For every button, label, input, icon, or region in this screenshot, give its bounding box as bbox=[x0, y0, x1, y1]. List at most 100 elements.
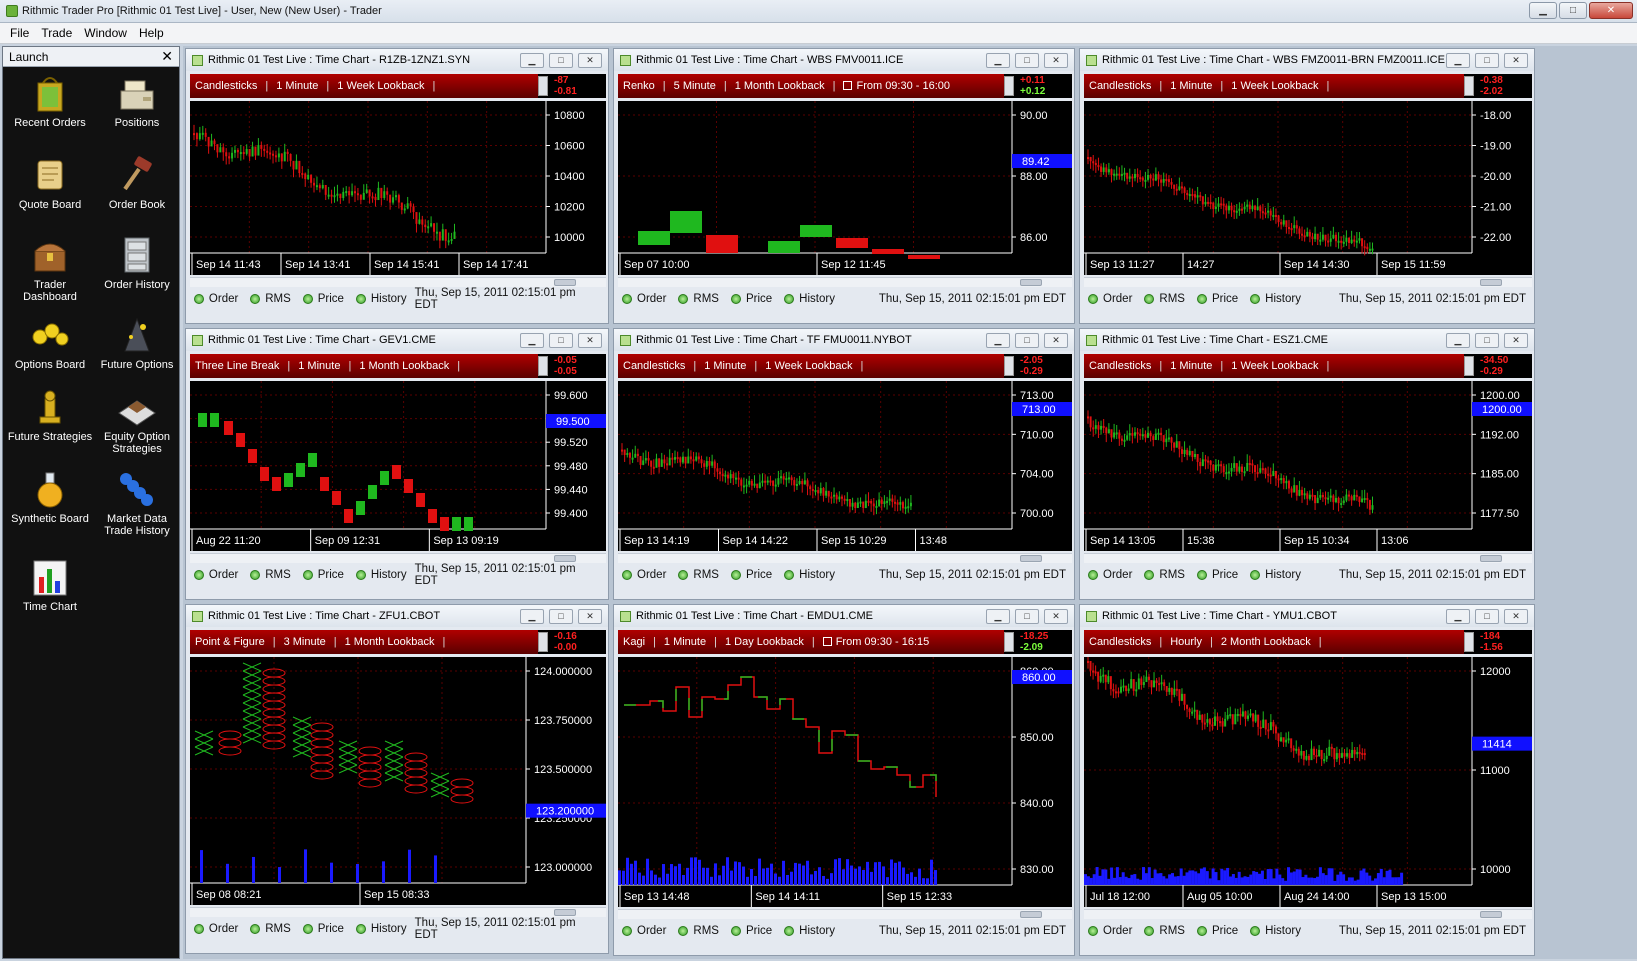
chart-window-titlebar[interactable]: Rithmic 01 Test Live : Time Chart - ZFU1… bbox=[186, 605, 608, 627]
pane-minimize-button[interactable]: ▁ bbox=[520, 608, 544, 624]
toolbar-option[interactable]: 2 Month Lookback bbox=[1221, 636, 1311, 648]
session-checkbox[interactable] bbox=[843, 81, 853, 90]
chart-canvas[interactable]: 99.60099.56099.52099.48099.44099.400Aug … bbox=[190, 381, 606, 551]
status-order-label[interactable]: Order bbox=[637, 569, 666, 581]
launch-item-quote-board[interactable]: Quote Board bbox=[6, 155, 94, 211]
launch-item-market-data-trade-history[interactable]: Market Data Trade History bbox=[93, 469, 181, 537]
close-button[interactable]: ✕ bbox=[1589, 2, 1633, 19]
toolbar-scroll[interactable] bbox=[538, 76, 548, 96]
pane-maximize-button[interactable]: □ bbox=[1015, 52, 1039, 68]
toolbar-option[interactable]: 5 Minute bbox=[674, 80, 716, 92]
status-rms-label[interactable]: RMS bbox=[1159, 293, 1185, 305]
chart-window[interactable]: Rithmic 01 Test Live : Time Chart - ESZ1… bbox=[1079, 328, 1535, 600]
pane-close-button[interactable]: ✕ bbox=[1044, 608, 1068, 624]
toolbar-option[interactable]: Kagi bbox=[623, 636, 645, 648]
toolbar-option[interactable]: Candlesticks bbox=[623, 360, 685, 372]
chart-window[interactable]: Rithmic 01 Test Live : Time Chart - R1ZB… bbox=[185, 48, 609, 324]
status-history-label[interactable]: History bbox=[799, 569, 835, 581]
pane-minimize-button[interactable]: ▁ bbox=[520, 332, 544, 348]
launch-close-button[interactable]: ✕ bbox=[161, 48, 173, 65]
horizontal-scrollbar[interactable] bbox=[1084, 553, 1532, 563]
launch-item-recent-orders[interactable]: Recent Orders bbox=[6, 73, 94, 129]
chart-window-titlebar[interactable]: Rithmic 01 Test Live : Time Chart - TF F… bbox=[614, 329, 1074, 351]
chart-window-titlebar[interactable]: Rithmic 01 Test Live : Time Chart - GEV1… bbox=[186, 329, 608, 351]
pane-close-button[interactable]: ✕ bbox=[1504, 608, 1528, 624]
menu-file[interactable]: File bbox=[4, 26, 35, 40]
pane-minimize-button[interactable]: ▁ bbox=[520, 52, 544, 68]
launch-item-time-chart[interactable]: Time Chart bbox=[6, 557, 94, 613]
pane-close-button[interactable]: ✕ bbox=[578, 52, 602, 68]
status-order-label[interactable]: Order bbox=[1103, 925, 1132, 937]
toolbar-scroll[interactable] bbox=[538, 356, 548, 376]
maximize-button[interactable]: □ bbox=[1559, 2, 1587, 19]
chart-window[interactable]: Rithmic 01 Test Live : Time Chart - YMU1… bbox=[1079, 604, 1535, 956]
status-rms-label[interactable]: RMS bbox=[693, 569, 719, 581]
chart-canvas[interactable]: 10800 10600 10400 10200 10000 Sep 14 11:43 Sep… bbox=[190, 101, 606, 275]
status-history-label[interactable]: History bbox=[1265, 569, 1301, 581]
launch-item-order-book[interactable]: Order Book bbox=[93, 155, 181, 211]
status-order-label[interactable]: Order bbox=[1103, 569, 1132, 581]
chart-canvas[interactable]: 1200.00 1192.00 1185.00 1177.50 Sep 14 13:05… bbox=[1084, 381, 1532, 551]
horizontal-scrollbar[interactable] bbox=[190, 907, 606, 917]
horizontal-scrollbar[interactable] bbox=[1084, 909, 1532, 919]
chart-window[interactable]: Rithmic 01 Test Live : Time Chart - GEV1… bbox=[185, 328, 609, 600]
status-rms-label[interactable]: RMS bbox=[1159, 569, 1185, 581]
menu-window[interactable]: Window bbox=[78, 26, 133, 40]
status-price-label[interactable]: Price bbox=[318, 569, 344, 581]
toolbar-scroll[interactable] bbox=[538, 632, 548, 652]
pane-minimize-button[interactable]: ▁ bbox=[986, 608, 1010, 624]
horizontal-scrollbar[interactable] bbox=[618, 277, 1072, 287]
launch-item-future-options[interactable]: Future Options bbox=[93, 315, 181, 371]
status-order-label[interactable]: Order bbox=[209, 293, 238, 305]
toolbar-scroll[interactable] bbox=[1464, 632, 1474, 652]
status-rms-label[interactable]: RMS bbox=[693, 293, 719, 305]
toolbar-option[interactable]: Candlesticks bbox=[1089, 80, 1151, 92]
status-history-label[interactable]: History bbox=[371, 293, 407, 305]
toolbar-option[interactable]: Renko bbox=[623, 80, 655, 92]
toolbar-scroll[interactable] bbox=[1004, 76, 1014, 96]
toolbar-option[interactable]: Three Line Break bbox=[195, 360, 279, 372]
status-order-label[interactable]: Order bbox=[637, 293, 666, 305]
toolbar-option[interactable]: 1 Minute bbox=[1170, 80, 1212, 92]
chart-window-titlebar[interactable]: Rithmic 01 Test Live : Time Chart - EMDU… bbox=[614, 605, 1074, 627]
chart-canvas[interactable]: 124.000000 123.750000 123.500000 123.250000… bbox=[190, 657, 606, 905]
chart-window[interactable]: Rithmic 01 Test Live : Time Chart - TF F… bbox=[613, 328, 1075, 600]
toolbar-scroll[interactable] bbox=[1464, 76, 1474, 96]
horizontal-scrollbar[interactable] bbox=[1084, 277, 1532, 287]
toolbar-option[interactable]: Point & Figure bbox=[195, 636, 265, 648]
chart-window[interactable]: Rithmic 01 Test Live : Time Chart - ZFU1… bbox=[185, 604, 609, 954]
chart-window[interactable]: Rithmic 01 Test Live : Time Chart - WBS … bbox=[1079, 48, 1535, 324]
session-checkbox[interactable] bbox=[822, 637, 832, 646]
toolbar-scroll[interactable] bbox=[1004, 632, 1014, 652]
toolbar-option[interactable]: 1 Minute bbox=[276, 80, 318, 92]
horizontal-scrollbar[interactable] bbox=[618, 909, 1072, 919]
toolbar-option[interactable]: 1 Minute bbox=[1170, 360, 1212, 372]
pane-close-button[interactable]: ✕ bbox=[1504, 332, 1528, 348]
chart-window[interactable]: Rithmic 01 Test Live : Time Chart - EMDU… bbox=[613, 604, 1075, 956]
horizontal-scrollbar[interactable] bbox=[190, 277, 606, 287]
status-history-label[interactable]: History bbox=[799, 925, 835, 937]
toolbar-option[interactable]: 1 Week Lookback bbox=[1231, 80, 1318, 92]
horizontal-scrollbar[interactable] bbox=[618, 553, 1072, 563]
chart-canvas[interactable]: 12000 11000 10000 Jul 18 12:00 Aug 05 10:00 A… bbox=[1084, 657, 1532, 907]
launch-item-equity-option-strategies[interactable]: Equity Option Strategies bbox=[93, 387, 181, 455]
status-history-label[interactable]: History bbox=[1265, 925, 1301, 937]
toolbar-option[interactable]: 1 Week Lookback bbox=[765, 360, 852, 372]
status-price-label[interactable]: Price bbox=[318, 923, 344, 935]
pane-maximize-button[interactable]: □ bbox=[549, 608, 573, 624]
toolbar-option[interactable]: 1 Week Lookback bbox=[1231, 360, 1318, 372]
launch-item-future-strategies[interactable]: Future Strategies bbox=[6, 387, 94, 443]
chart-window-titlebar[interactable]: Rithmic 01 Test Live : Time Chart - R1ZB… bbox=[186, 49, 608, 71]
launch-item-options-board[interactable]: Options Board bbox=[6, 315, 94, 371]
pane-close-button[interactable]: ✕ bbox=[578, 332, 602, 348]
status-history-label[interactable]: History bbox=[799, 293, 835, 305]
toolbar-scroll[interactable] bbox=[1464, 356, 1474, 376]
pane-minimize-button[interactable]: ▁ bbox=[986, 332, 1010, 348]
launch-item-positions[interactable]: Positions bbox=[93, 73, 181, 129]
pane-minimize-button[interactable]: ▁ bbox=[1446, 52, 1470, 68]
pane-close-button[interactable]: ✕ bbox=[1044, 332, 1068, 348]
toolbar-option[interactable]: 1 Month Lookback bbox=[345, 636, 435, 648]
pane-close-button[interactable]: ✕ bbox=[1044, 52, 1068, 68]
status-order-label[interactable]: Order bbox=[209, 569, 238, 581]
chart-window[interactable]: Rithmic 01 Test Live : Time Chart - WBS … bbox=[613, 48, 1075, 324]
